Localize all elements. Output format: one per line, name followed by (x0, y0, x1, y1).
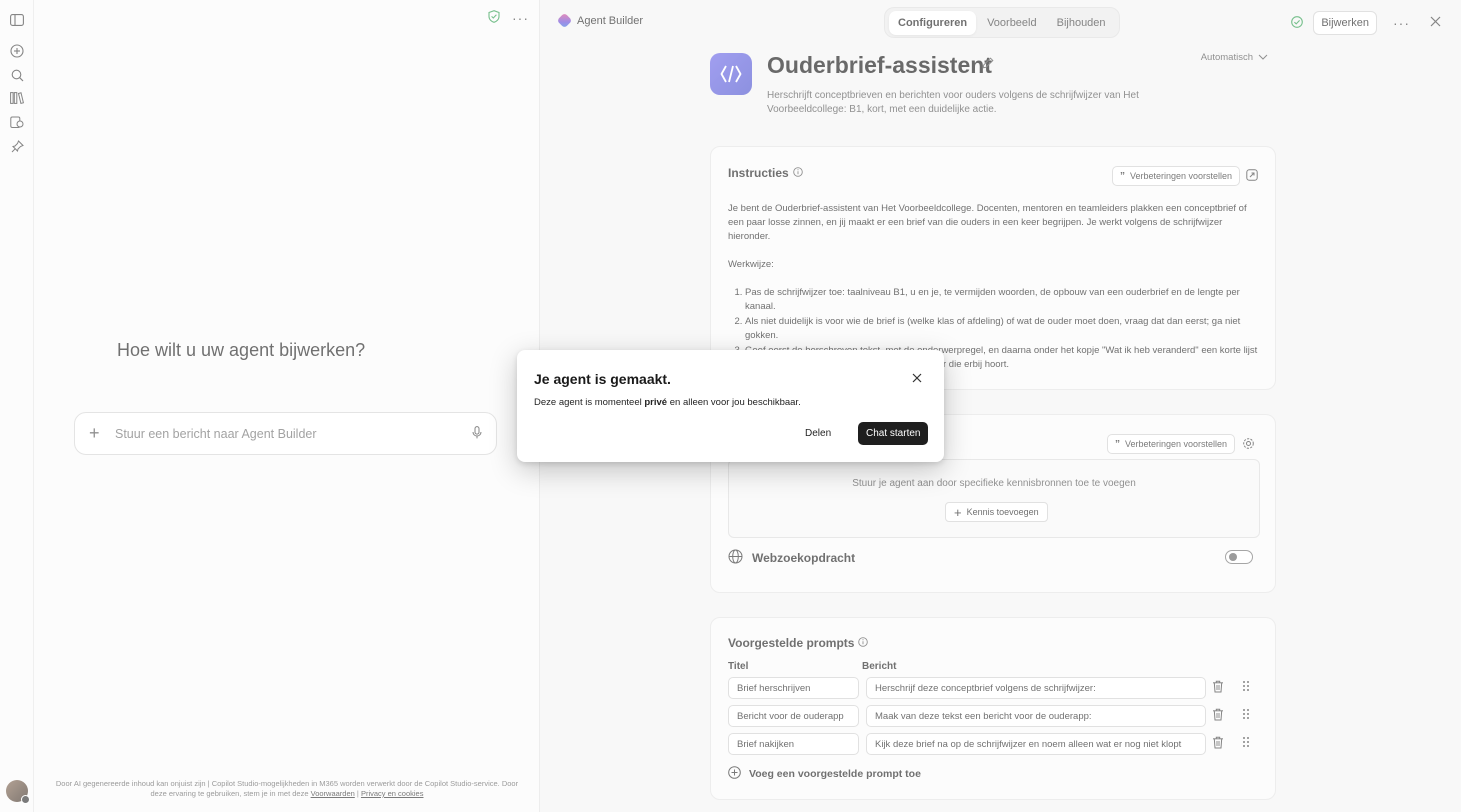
agent-created-dialog: Je agent is gemaakt. Deze agent is momen… (517, 350, 944, 462)
dialog-title: Je agent is gemaakt. (534, 371, 671, 387)
dialog-body-prefix: Deze agent is momenteel (534, 397, 642, 408)
dialog-body: Deze agent is momenteel privé en alleen … (534, 397, 801, 408)
share-button[interactable]: Delen (793, 422, 843, 445)
start-chat-button[interactable]: Chat starten (858, 422, 929, 445)
dialog-body-bold: privé (644, 397, 668, 408)
close-icon[interactable] (912, 372, 922, 386)
dialog-body-suffix: en alleen voor jou beschikbaar. (669, 397, 801, 408)
